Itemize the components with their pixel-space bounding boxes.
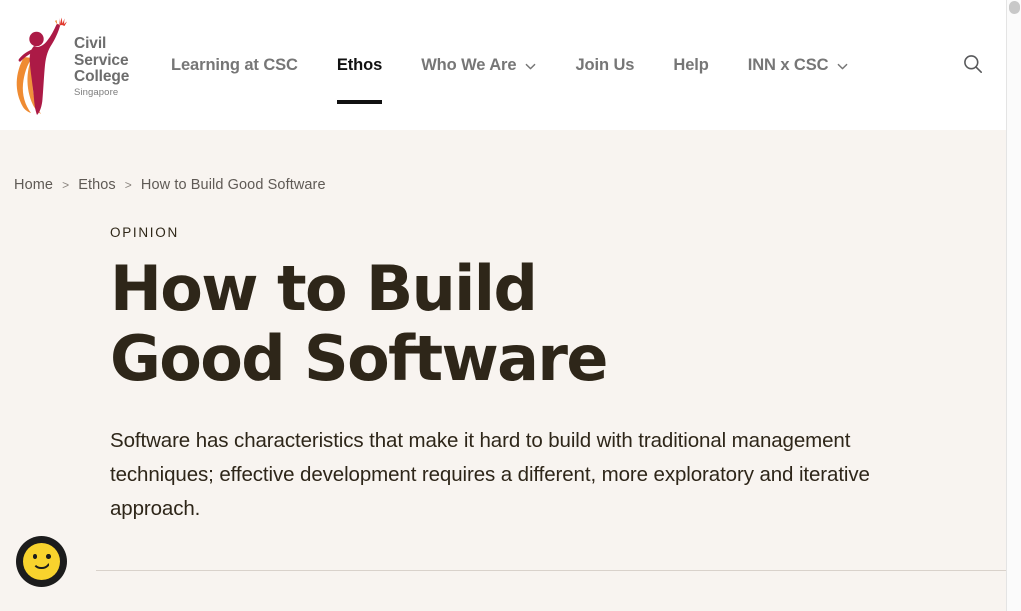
nav-item-help[interactable]: Help — [673, 0, 708, 130]
main-navigation: Learning at CSC Ethos Who We Are Join Us… — [171, 0, 887, 130]
breadcrumb-item-home[interactable]: Home — [14, 177, 53, 193]
page-title: How to Build Good Software — [110, 252, 608, 395]
logo-subtitle: Singapore — [74, 86, 119, 98]
nav-item-learning-at-csc[interactable]: Learning at CSC — [171, 0, 298, 130]
article-header: OPINION How to Build Good Software Softw… — [0, 193, 1006, 526]
nav-label: Ethos — [336, 55, 383, 74]
vertical-scrollbar[interactable] — [1006, 0, 1021, 611]
nav-label: INN x CSC — [747, 55, 829, 74]
site-header: Civil Service College Singapore Learning… — [0, 0, 1006, 130]
logo-line-3: College — [74, 68, 130, 86]
chevron-down-icon — [837, 61, 848, 72]
nav-item-ethos[interactable]: Ethos — [336, 0, 383, 130]
content-area: Home > Ethos > How to Build Good Softwar… — [0, 130, 1006, 611]
section-divider — [96, 570, 1006, 571]
nav-item-join-us[interactable]: Join Us — [575, 0, 634, 130]
article-standfirst: Software has characteristics that make i… — [110, 429, 870, 520]
breadcrumb-item-current: How to Build Good Software — [140, 177, 326, 193]
logo-line-2: Service — [74, 51, 129, 69]
logo-line-1: Civil — [74, 35, 107, 53]
csc-figure-logo — [14, 13, 68, 117]
nav-label: Help — [673, 55, 709, 74]
feedback-button[interactable] — [16, 536, 67, 587]
nav-label: Who We Are — [421, 55, 517, 74]
page-viewport: Civil Service College Singapore Learning… — [0, 0, 1006, 611]
breadcrumb-separator: > — [62, 178, 70, 192]
article-kicker: OPINION — [110, 225, 179, 240]
site-logo[interactable]: Civil Service College Singapore — [14, 10, 144, 120]
nav-item-who-we-are[interactable]: Who We Are — [421, 0, 536, 130]
nav-item-inn-x-csc[interactable]: INN x CSC — [748, 0, 849, 130]
search-icon — [962, 53, 984, 78]
scrollbar-thumb[interactable] — [1009, 1, 1020, 14]
breadcrumb-separator: > — [124, 178, 132, 192]
smiley-face-icon — [23, 543, 60, 580]
nav-label: Join Us — [575, 55, 635, 74]
breadcrumb: Home > Ethos > How to Build Good Softwar… — [0, 130, 1006, 193]
chevron-down-icon — [525, 61, 536, 72]
search-button[interactable] — [958, 50, 988, 80]
smiley-eye-right — [46, 554, 51, 559]
smiley-mouth — [32, 560, 51, 569]
smiley-eye-left — [32, 554, 37, 559]
breadcrumb-item-ethos[interactable]: Ethos — [78, 177, 116, 193]
nav-label: Learning at CSC — [171, 55, 298, 74]
logo-wordmark: Civil Service College Singapore — [74, 32, 129, 98]
